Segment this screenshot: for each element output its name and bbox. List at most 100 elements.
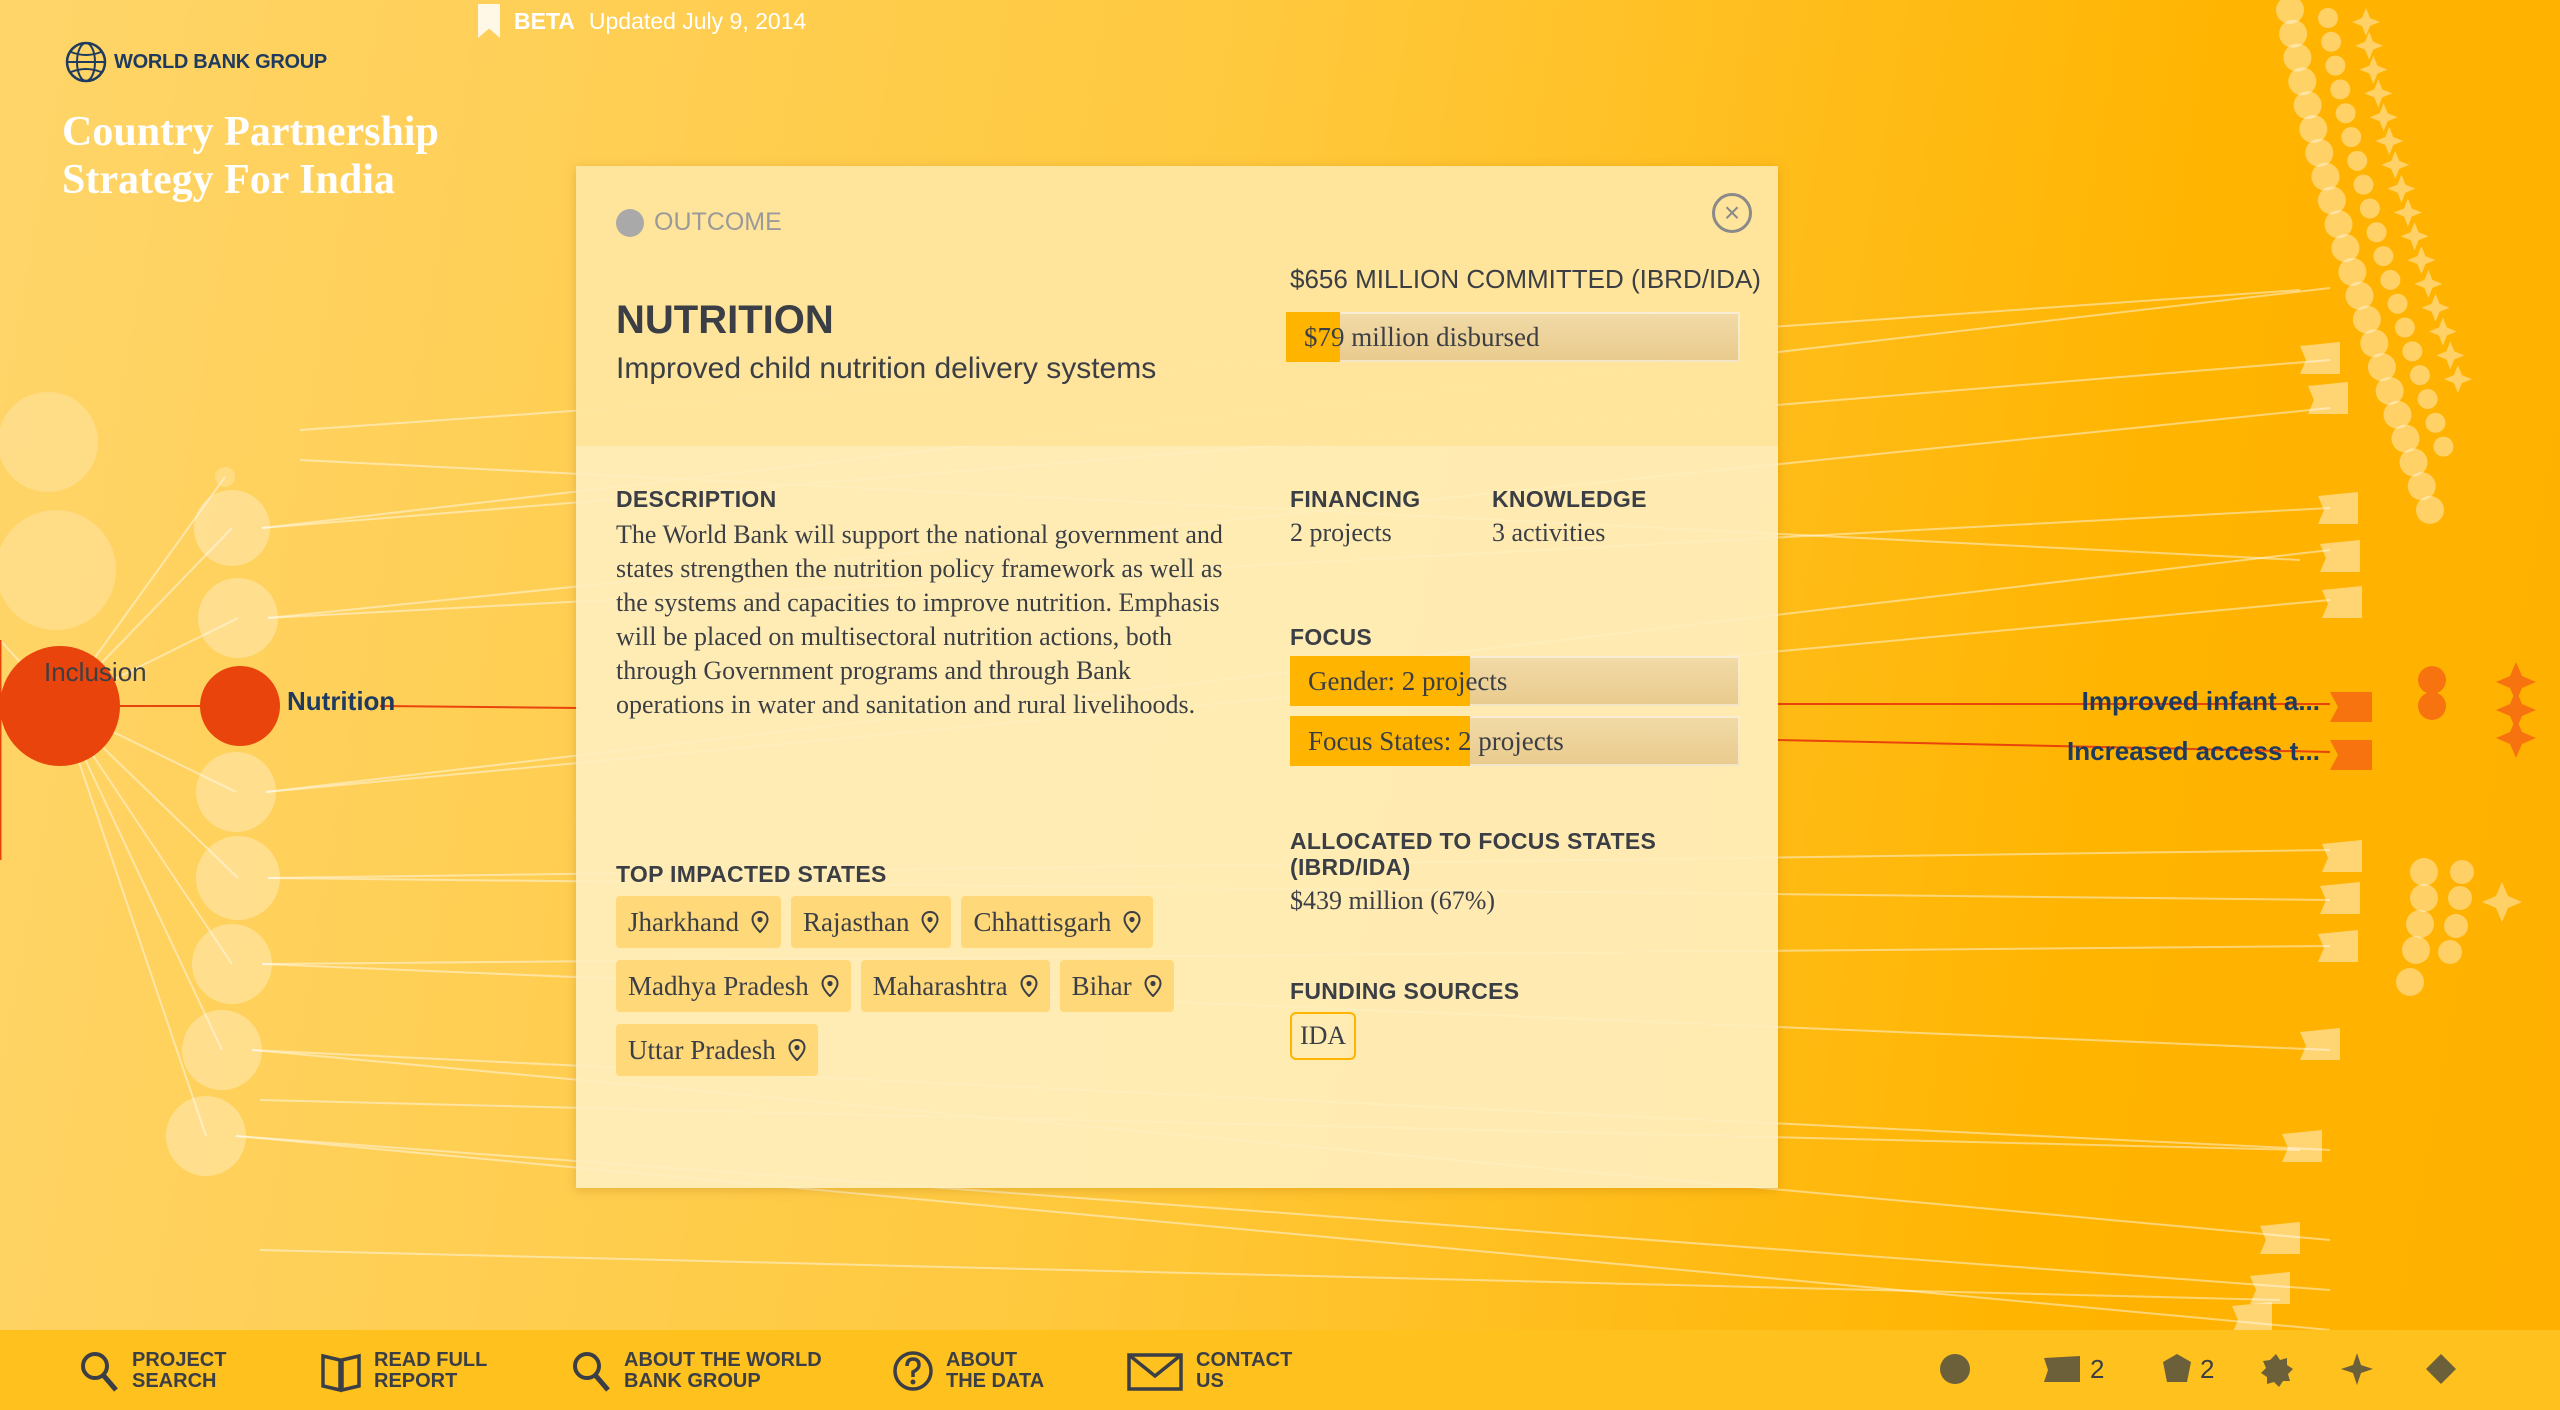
search-icon [573,1352,610,1392]
outcome-detail-modal: OUTCOME × NUTRITION Improved child nutri… [576,166,1778,1188]
disbursed-text: $79 million disbursed [1304,322,1540,352]
inclusion-label[interactable]: Inclusion [44,657,147,688]
description-heading: DESCRIPTION [616,486,777,512]
legend-seal[interactable] [2258,1352,2294,1388]
banner-icon [2044,1356,2080,1382]
shield-icon [2163,1354,2191,1382]
legend-diamond[interactable] [2424,1352,2458,1386]
outcome-label-infant[interactable]: Improved infant a... [2082,686,2320,717]
project-search-button[interactable]: PROJECT SEARCH [78,1348,226,1394]
state-name: Madhya Pradesh [628,970,809,1001]
legend-circle[interactable] [1938,1352,1972,1386]
state-name: Jharkhand [628,906,739,937]
envelope-icon [1127,1353,1183,1391]
app-title: Country Partnership Strategy For India [62,109,439,203]
nutrition-label[interactable]: Nutrition [287,686,395,717]
focus-bar-text: Gender: 2 projects [1308,666,1508,696]
legend-count: 2 [2200,1353,2215,1384]
nutrition-node [200,666,280,746]
map-pin-icon [821,975,839,997]
focus-bar-states[interactable]: Focus States: 2 projects [1290,716,1740,766]
state-chip-uttar-pradesh[interactable]: Uttar Pradesh [616,1024,818,1076]
footer-label: ABOUT THE WORLD [624,1349,822,1371]
beta-banner: BETA Updated July 9, 2014 [478,4,806,38]
footer-label: US [1196,1370,1224,1392]
knowledge-value: 3 activities [1492,518,1606,547]
logo-text: WORLD BANK GROUP [114,50,327,73]
outcome-title: NUTRITION [616,298,834,342]
footer-label: BANK GROUP [624,1370,761,1392]
type-label: OUTCOME [616,208,782,237]
footer-nav: PROJECT SEARCH READ FULL REPORT ABOUT THE … [0,1330,2560,1410]
footer-label: PROJECT [132,1349,227,1371]
beta-label: BETA [514,7,575,34]
description-text: The World Bank will support the national… [616,520,1223,719]
map-pin-icon [921,911,939,933]
legend-star[interactable] [2340,1352,2374,1386]
outcome-type-icon [616,208,644,237]
state-chip-bihar[interactable]: Bihar [1059,960,1174,1012]
committed-amount: $656 MILLION COMMITTED (IBRD/IDA) [1290,264,1761,294]
legend-shield[interactable]: 2 [2160,1352,2214,1386]
read-report-button[interactable]: READ FULL REPORT [320,1348,487,1394]
world-bank-logo[interactable]: WORLD BANK GROUP [64,40,327,84]
globe-icon [65,41,107,83]
focus-bar-text: Focus States: 2 projects [1308,726,1564,756]
legend-count: 2 [2090,1353,2105,1384]
state-chip-maharashtra[interactable]: Maharashtra [860,960,1050,1012]
mid-right-cluster [2396,858,2522,996]
outcome-banner-markers [2232,342,2362,1334]
nutrition-column-circles [166,490,280,1176]
search-icon [81,1352,118,1392]
state-name: Bihar [1071,970,1132,1001]
type-text: OUTCOME [654,208,782,236]
allocated-heading: ALLOCATED TO FOCUS STATES (IBRD/IDA) [1290,828,1657,880]
state-name: Rajasthan [802,906,910,937]
close-button[interactable]: × [1712,193,1752,233]
footer-label: ABOUT [946,1349,1018,1371]
top-right-arc-markers [2276,0,2472,524]
knowledge-heading: KNOWLEDGE [1492,486,1647,512]
funding-source-chip[interactable]: IDA [1290,1012,1357,1060]
states-list: Jharkhand Rajasthan Chhattisgarh Madhya … [616,896,1256,1076]
state-name: Chhattisgarh [973,906,1112,937]
state-name: Uttar Pradesh [628,1034,776,1065]
funding-heading: FUNDING SOURCES [1290,978,1520,1004]
allocated-value: $439 million (67%) [1290,886,1496,915]
state-chip-jharkhand[interactable]: Jharkhand [616,896,781,948]
states-heading: TOP IMPACTED STATES [616,861,887,887]
disbursed-bar: $79 million disbursed [1286,312,1740,362]
state-name: Maharashtra [872,970,1008,1001]
updated-date: Updated July 9, 2014 [588,7,807,34]
footer-label: READ FULL [374,1349,488,1371]
about-data-button[interactable]: ABOUT THE DATA [892,1348,1044,1394]
map-pin-icon [788,1039,806,1061]
about-world-bank-button[interactable]: ABOUT THE WORLD BANK GROUP [570,1348,822,1394]
focus-bar-gender[interactable]: Gender: 2 projects [1290,656,1740,706]
outcome-label-access[interactable]: Increased access t... [2067,736,2320,767]
question-icon [893,1351,933,1391]
circle-icon [1940,1354,1970,1384]
financing-heading: FINANCING [1290,486,1421,512]
map-pin-icon [1020,975,1038,997]
seal-icon [2261,1354,2293,1387]
contact-button[interactable]: CONTACT US [1126,1348,1292,1394]
state-chip-rajasthan[interactable]: Rajasthan [790,896,952,948]
outcome-subtitle: Improved child nutrition delivery system… [616,352,1157,385]
footer-label: REPORT [374,1370,458,1392]
state-chip-chhattisgarh[interactable]: Chhattisgarh [961,896,1154,948]
footer-label: SEARCH [132,1370,217,1392]
map-pin-icon [1144,975,1162,997]
map-pin-icon [751,911,769,933]
map-pin-icon [1123,911,1141,933]
star-icon [2341,1353,2373,1385]
footer-label: THE DATA [946,1370,1045,1392]
bookmark-icon[interactable] [478,4,500,38]
legend-banner[interactable]: 2 [2040,1352,2104,1386]
footer-label: CONTACT [1196,1349,1293,1371]
state-chip-madhya-pradesh[interactable]: Madhya Pradesh [616,960,851,1012]
book-icon [321,1353,361,1393]
focus-heading: FOCUS [1290,624,1372,650]
selected-outcome-markers [2330,662,2536,770]
diamond-icon [2426,1354,2456,1384]
